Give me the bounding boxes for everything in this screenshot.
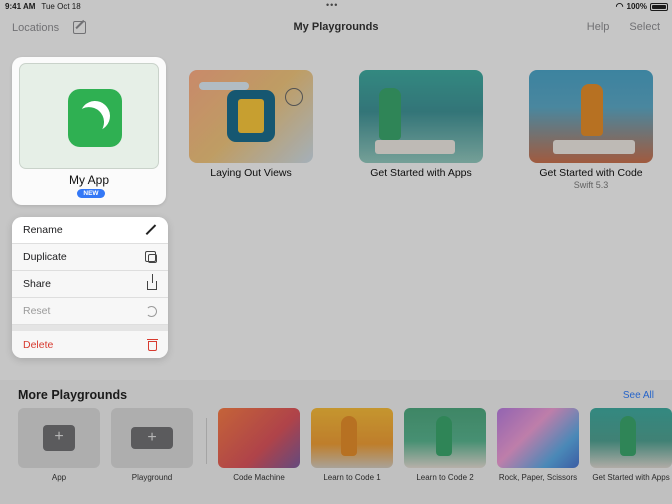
tile-playground[interactable]: + Playground (111, 408, 193, 483)
tile-learn-to-code-1[interactable]: Learn to Code 1 (311, 408, 393, 483)
tile-get-started-with-apps[interactable]: Get Started with Apps (590, 408, 672, 483)
tile-rock-paper-scissors[interactable]: Rock, Paper, Scissors (497, 408, 579, 483)
context-menu: Rename Duplicate Share Reset Delete (12, 217, 168, 358)
playground-title: Get Started with Apps (370, 167, 472, 179)
pencil-icon (145, 224, 157, 236)
reset-icon (146, 305, 157, 317)
status-bar: 9:41 AM Tue Oct 18 ••• ◠ 100% (0, 0, 672, 12)
notebook-icon (227, 90, 275, 142)
tile-thumbnail: + (18, 408, 100, 468)
platform-illustration (553, 140, 635, 154)
multitasking-dots[interactable]: ••• (326, 0, 338, 10)
tile-thumbnail (311, 408, 393, 468)
playground-version: Swift 5.3 (573, 180, 609, 190)
moon-icon (75, 96, 115, 136)
playground-thumbnail (529, 70, 653, 163)
playground-title: My App (68, 173, 110, 187)
status-date: Tue Oct 18 (41, 1, 81, 11)
trash-icon (147, 338, 158, 351)
menu-item-label: Rename (23, 224, 63, 236)
menu-item-reset: Reset (12, 298, 168, 325)
robot-character-icon (620, 416, 636, 456)
menu-item-delete[interactable]: Delete (12, 331, 168, 358)
wifi-icon: ◠ (615, 1, 624, 11)
status-right: ◠ 100% (616, 1, 668, 12)
menu-item-share[interactable]: Share (12, 271, 168, 298)
tile-label: Learn to Code 2 (416, 473, 474, 482)
battery-icon (650, 2, 668, 11)
playground-card-my-app[interactable]: My App NEW (12, 57, 166, 205)
tile-label: Learn to Code 1 (323, 473, 381, 482)
tile-label: App (51, 473, 67, 482)
tile-thumbnail (218, 408, 300, 468)
menu-item-label: Share (23, 278, 52, 290)
menu-item-duplicate[interactable]: Duplicate (12, 244, 168, 271)
menu-item-label: Duplicate (23, 251, 67, 263)
tile-learn-to-code-2[interactable]: Learn to Code 2 (404, 408, 486, 483)
tile-thumbnail: + (111, 408, 193, 468)
playground-card-laying-out-views[interactable]: Laying Out Views (189, 70, 313, 179)
robot-character-icon (581, 84, 603, 136)
navigation-bar: Locations My Playgrounds Help Select (0, 12, 672, 46)
tile-thumbnail (497, 408, 579, 468)
playground-card-get-started-with-code[interactable]: Get Started with Code Swift 5.3 (529, 70, 653, 190)
page-title: My Playgrounds (293, 21, 379, 33)
slider-illustration (199, 82, 249, 90)
more-playgrounds-section: More Playgrounds See All + App + Playgro… (0, 380, 672, 504)
duplicate-icon (145, 251, 157, 263)
robot-character-icon (341, 416, 357, 456)
menu-item-label: Delete (23, 338, 54, 351)
tile-label: Code Machine (233, 473, 285, 482)
menu-item-label: Reset (23, 305, 51, 317)
nav-right-group: Help Select (587, 21, 660, 33)
tile-label: Get Started with Apps (592, 473, 670, 482)
platform-illustration (375, 140, 455, 154)
tile-code-machine[interactable]: Code Machine (218, 408, 300, 483)
tile-label: Playground (131, 473, 173, 482)
see-all-link[interactable]: See All (623, 390, 654, 401)
divider (206, 418, 207, 464)
help-button[interactable]: Help (587, 21, 610, 33)
smiley-icon (285, 88, 303, 106)
status-time: 9:41 AM (5, 1, 36, 11)
tile-label: Rock, Paper, Scissors (498, 473, 578, 482)
battery-percent: 100% (626, 2, 647, 11)
menu-item-rename[interactable]: Rename (12, 217, 168, 244)
plus-icon: + (43, 425, 75, 451)
app-icon (68, 89, 122, 147)
playground-thumbnail (189, 70, 313, 163)
playground-card-get-started-with-apps[interactable]: Get Started with Apps (359, 70, 483, 179)
select-button[interactable]: Select (629, 21, 660, 33)
playground-thumbnail (359, 70, 483, 163)
section-title: More Playgrounds (18, 388, 128, 402)
new-badge: NEW (77, 189, 105, 198)
tile-thumbnail (590, 408, 672, 468)
tile-app[interactable]: + App (18, 408, 100, 483)
robot-character-icon (436, 416, 452, 456)
robot-character-icon (379, 88, 401, 140)
tile-thumbnail (404, 408, 486, 468)
playground-title: Laying Out Views (210, 167, 292, 179)
playground-thumbnail (19, 63, 159, 169)
playground-title: Get Started with Code (539, 167, 643, 179)
plus-icon: + (131, 427, 173, 449)
share-icon (147, 274, 157, 290)
